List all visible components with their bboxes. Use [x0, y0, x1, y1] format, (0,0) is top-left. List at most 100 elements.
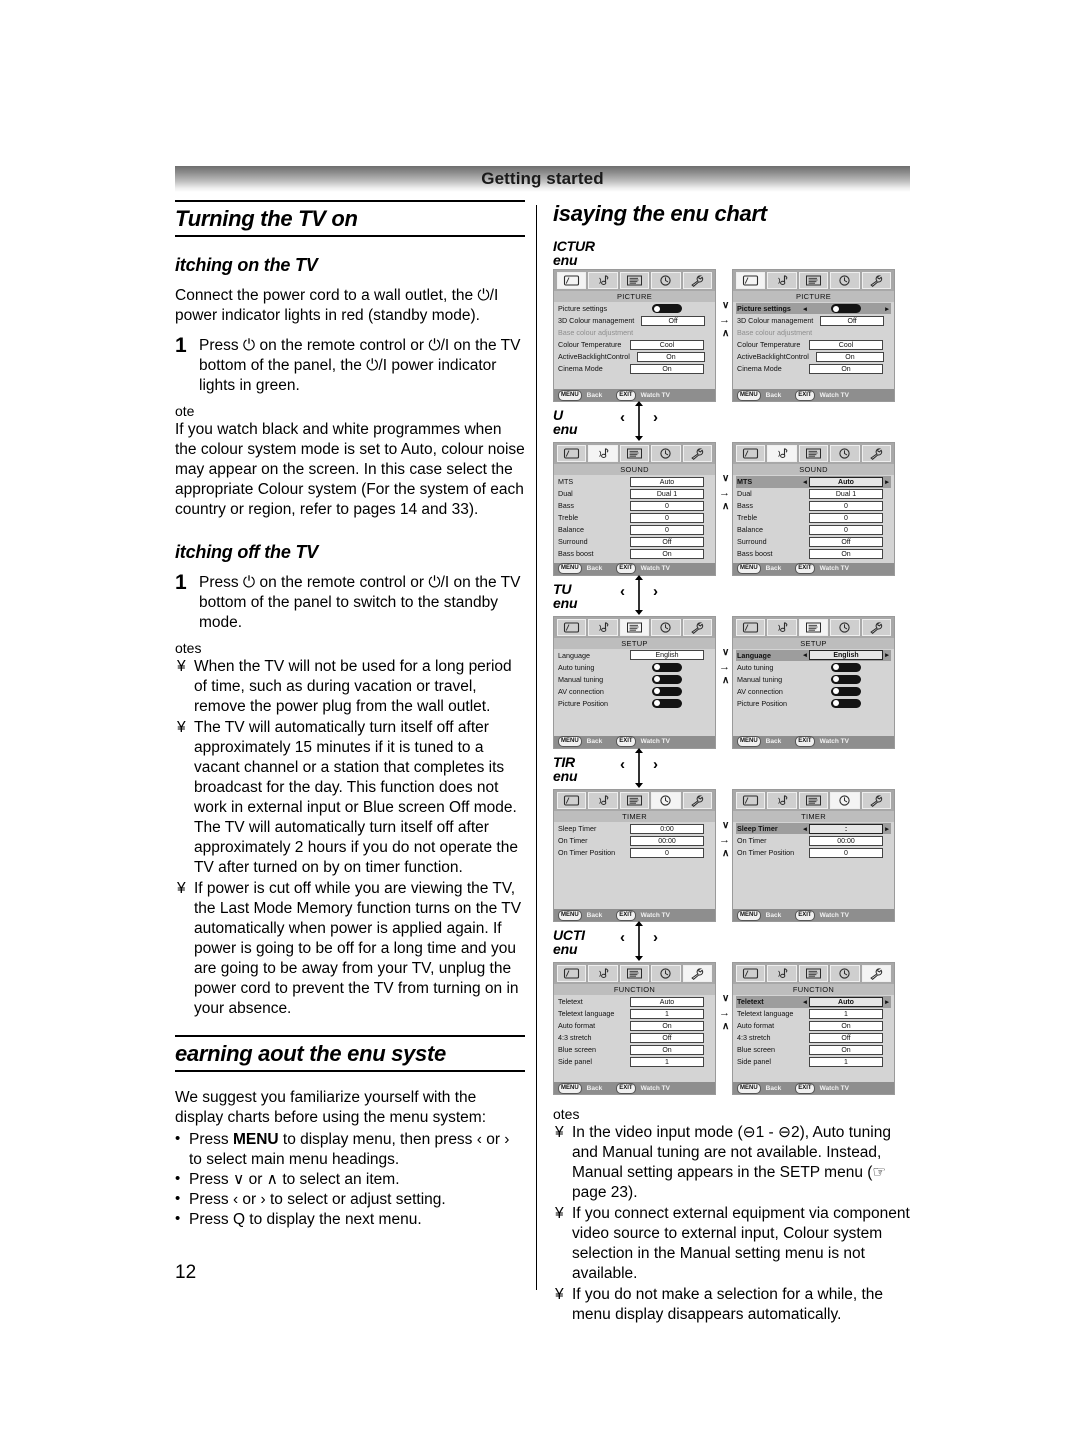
menu-row-value[interactable]: Off: [809, 1032, 883, 1043]
menu-row[interactable]: Cinema Mode◂On▸: [736, 363, 891, 374]
exit-key-badge[interactable]: EXIT: [616, 909, 636, 921]
menu-row[interactable]: On Timer Position◂0▸: [557, 847, 712, 858]
menu-row-value[interactable]: [630, 698, 704, 708]
nav-right-chevron-icon[interactable]: ›: [653, 756, 658, 773]
setup-icon[interactable]: [798, 965, 829, 983]
toggle-pill-icon[interactable]: [831, 698, 861, 708]
setup-icon[interactable]: [798, 791, 829, 809]
menu-row[interactable]: Dual◂Dual 1▸: [736, 488, 891, 499]
menu-row-value[interactable]: On: [630, 548, 704, 559]
timer-icon[interactable]: [830, 791, 860, 809]
menu-row-value[interactable]: Off: [820, 315, 885, 326]
right-arrow-icon[interactable]: ▸: [883, 651, 891, 659]
menu-row[interactable]: 4:3 stretch◂Off▸: [736, 1032, 891, 1043]
picture-icon[interactable]: [557, 445, 587, 463]
menu-row[interactable]: Auto format◂On▸: [557, 1020, 712, 1031]
menu-row-value[interactable]: On: [630, 363, 704, 374]
menu-row[interactable]: 3D Colour management◂Off▸: [557, 315, 712, 326]
right-arrow-icon[interactable]: ▸: [883, 305, 891, 313]
menu-row-value[interactable]: On: [630, 1044, 704, 1055]
menu-row[interactable]: Sleep Timer ◂: ▸: [736, 822, 891, 835]
sound-icon[interactable]: [588, 272, 618, 289]
toggle-pill-icon[interactable]: [652, 686, 682, 696]
timer-icon[interactable]: [830, 965, 860, 983]
menu-row-value[interactable]: 0: [630, 512, 704, 523]
menu-row-value[interactable]: Dual 1: [809, 488, 883, 499]
sound-icon[interactable]: [588, 618, 618, 636]
menu-row[interactable]: Surround◂Off▸: [557, 536, 712, 547]
menu-row[interactable]: Surround◂Off▸: [736, 536, 891, 547]
left-arrow-icon[interactable]: ◂: [801, 825, 809, 833]
timer-icon[interactable]: [651, 618, 681, 636]
menu-row[interactable]: Sleep Timer◂0:00▸: [557, 823, 712, 834]
picture-icon[interactable]: [557, 965, 587, 983]
toggle-pill-icon[interactable]: [652, 698, 682, 708]
toggle-pill-icon[interactable]: [831, 304, 861, 314]
nav-right-chevron-icon[interactable]: ›: [653, 929, 658, 946]
nav-left-chevron-icon[interactable]: ‹: [620, 583, 625, 600]
toggle-pill-icon[interactable]: [652, 304, 682, 314]
sound-icon[interactable]: [767, 618, 797, 636]
setup-icon[interactable]: [619, 965, 650, 983]
menu-key-badge[interactable]: MENU: [558, 389, 582, 401]
menu-row[interactable]: Side panel◂1▸: [557, 1056, 712, 1067]
function-icon[interactable]: [682, 965, 713, 983]
sound-icon[interactable]: [767, 791, 797, 809]
exit-key-badge[interactable]: EXIT: [616, 1082, 636, 1094]
toggle-pill-icon[interactable]: [652, 662, 682, 672]
setup-icon[interactable]: [619, 618, 650, 636]
nav-right-chevron-icon[interactable]: ›: [653, 583, 658, 600]
menu-row[interactable]: Auto tuning◂▸: [736, 662, 891, 673]
menu-row[interactable]: Manual tuning◂▸: [557, 674, 712, 685]
exit-key-badge[interactable]: EXIT: [616, 563, 636, 575]
nav-left-chevron-icon[interactable]: ‹: [620, 929, 625, 946]
menu-row-value[interactable]: Dual 1: [630, 488, 704, 499]
toggle-pill-icon[interactable]: [831, 662, 861, 672]
menu-row-value[interactable]: 0: [809, 847, 883, 858]
menu-row-value[interactable]: 1: [809, 1008, 883, 1019]
function-icon[interactable]: [861, 272, 892, 289]
menu-row[interactable]: 4:3 stretch◂Off▸: [557, 1032, 712, 1043]
menu-row-value[interactable]: Auto: [630, 476, 704, 487]
menu-row-value[interactable]: On: [809, 548, 883, 559]
menu-row-value[interactable]: 0: [809, 524, 883, 535]
menu-row[interactable]: Bass boost◂On▸: [557, 548, 712, 559]
function-icon[interactable]: [861, 791, 892, 809]
menu-row[interactable]: Balance◂0▸: [736, 524, 891, 535]
menu-row[interactable]: Treble◂0▸: [557, 512, 712, 523]
menu-row[interactable]: Colour Temperature◂Cool▸: [736, 339, 891, 350]
menu-row-value[interactable]: 0: [630, 500, 704, 511]
picture-icon[interactable]: [557, 272, 587, 289]
menu-row-value[interactable]: On: [630, 1020, 704, 1031]
picture-icon[interactable]: [557, 618, 587, 636]
function-icon[interactable]: [682, 791, 713, 809]
setup-icon[interactable]: [798, 618, 829, 636]
menu-row-value[interactable]: 00:00: [630, 835, 704, 846]
menu-row-value[interactable]: Auto: [809, 996, 883, 1007]
menu-row[interactable]: Balance◂0▸: [557, 524, 712, 535]
sound-icon[interactable]: [588, 965, 618, 983]
menu-row[interactable]: On Timer◂00:00▸: [736, 835, 891, 846]
menu-row-value[interactable]: On: [809, 1020, 883, 1031]
menu-row[interactable]: Language ◂English▸: [736, 649, 891, 661]
menu-row[interactable]: Teletext language◂1▸: [736, 1008, 891, 1019]
menu-row[interactable]: Manual tuning◂▸: [736, 674, 891, 685]
menu-row[interactable]: MTS ◂Auto▸: [736, 476, 891, 488]
menu-row-value[interactable]: [630, 686, 704, 696]
sound-icon[interactable]: [767, 965, 797, 983]
menu-row-value[interactable]: :: [809, 823, 883, 834]
menu-row[interactable]: Treble◂0▸: [736, 512, 891, 523]
menu-row[interactable]: AV connection◂▸: [736, 686, 891, 697]
menu-row[interactable]: Colour Temperature◂Cool▸: [557, 339, 712, 350]
menu-row-value[interactable]: Off: [809, 536, 883, 547]
setup-icon[interactable]: [619, 791, 650, 809]
left-arrow-icon[interactable]: ◂: [801, 651, 809, 659]
exit-key-badge[interactable]: EXIT: [795, 736, 815, 748]
setup-icon[interactable]: [798, 445, 829, 463]
exit-key-badge[interactable]: EXIT: [795, 563, 815, 575]
menu-row-value[interactable]: [630, 662, 704, 672]
menu-row-value[interactable]: 0: [809, 512, 883, 523]
menu-row-value[interactable]: [809, 304, 883, 314]
menu-row-value[interactable]: Off: [641, 315, 706, 326]
menu-row-value[interactable]: English: [630, 650, 704, 661]
